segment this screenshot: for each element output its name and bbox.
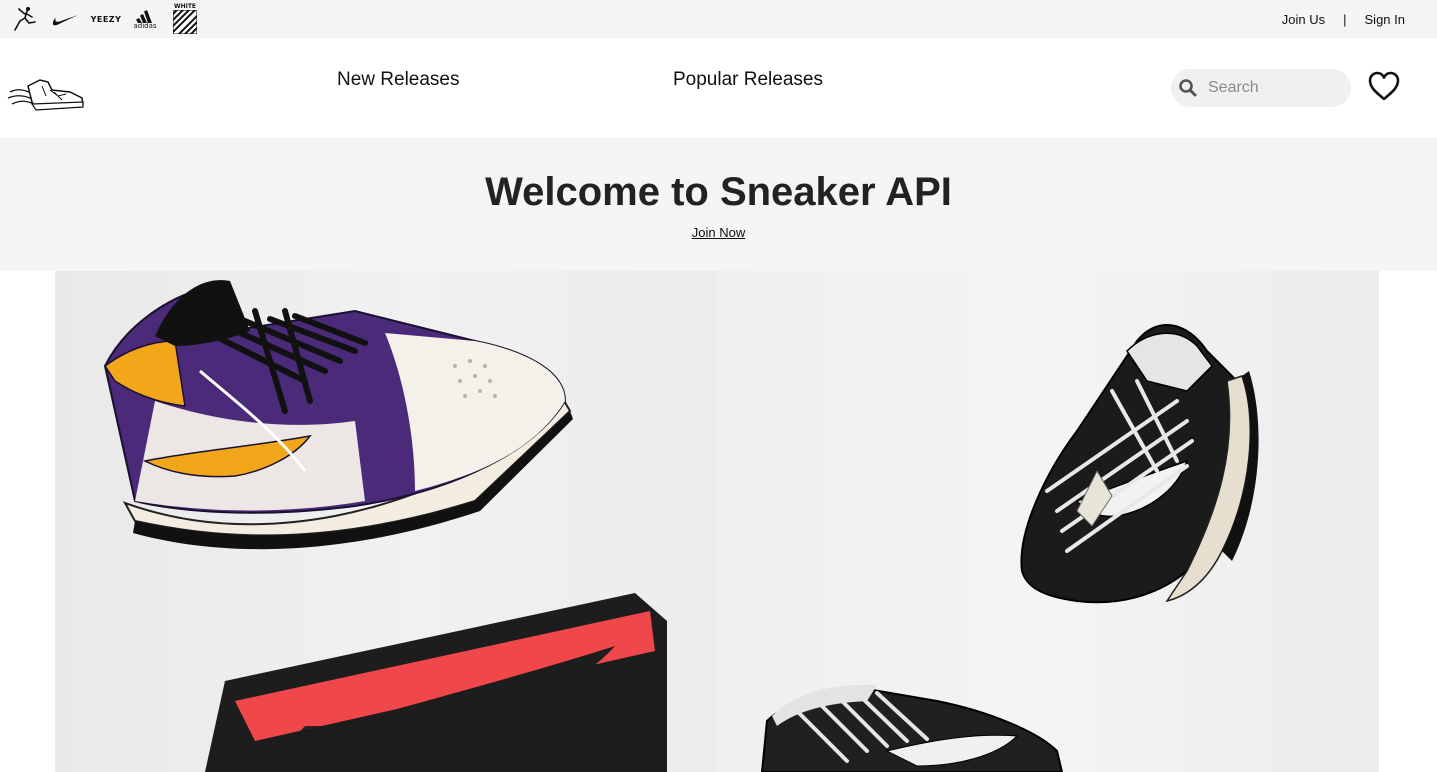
join-us-link[interactable]: Join Us	[1282, 12, 1325, 27]
main-nav: New Releases Popular Releases	[0, 38, 1437, 138]
hero-title: Welcome to Sneaker API	[485, 170, 952, 214]
account-links: Join Us | Sign In	[1282, 0, 1405, 38]
search-box	[1171, 69, 1351, 107]
popular-releases-link[interactable]: Popular Releases	[673, 69, 823, 91]
nike-swoosh-icon	[52, 15, 78, 26]
featured-image-right[interactable]	[717, 271, 1379, 772]
yeezy-logo: YEEZY	[90, 14, 122, 24]
link-separator: |	[1343, 11, 1347, 27]
welcome-hero: Welcome to Sneaker API Join Now	[0, 138, 1437, 271]
adidas-brand-link[interactable]: adidas	[131, 4, 159, 34]
diagonal-stripes-icon	[173, 10, 197, 34]
featured-image-left[interactable]	[55, 271, 717, 772]
nike-brand-link[interactable]	[50, 4, 80, 34]
new-releases-link[interactable]: New Releases	[337, 69, 460, 91]
jumpman-icon	[14, 7, 36, 31]
winged-sneaker-icon	[7, 79, 84, 111]
yeezy-brand-link[interactable]: YEEZY	[90, 4, 122, 34]
off-white-brand-link[interactable]: WHITE	[171, 4, 199, 34]
black-white-sneaker-image	[760, 324, 1259, 772]
search-icon[interactable]	[1178, 78, 1198, 98]
heart-icon	[1368, 71, 1400, 101]
jordan-brand-link[interactable]	[10, 4, 40, 34]
adidas-wordmark: adidas	[133, 21, 157, 30]
join-now-link[interactable]: Join Now	[0, 225, 1437, 240]
favorites-button[interactable]	[1367, 70, 1401, 102]
adidas-stripes-icon	[136, 9, 152, 23]
search-input[interactable]	[1208, 69, 1343, 107]
high-top-sneaker-image	[103, 280, 667, 772]
brand-bar: YEEZY adidas WHITE Join Us | Sign In	[0, 0, 1437, 38]
sign-in-link[interactable]: Sign In	[1365, 12, 1405, 27]
sneaker-logo[interactable]	[6, 74, 86, 114]
